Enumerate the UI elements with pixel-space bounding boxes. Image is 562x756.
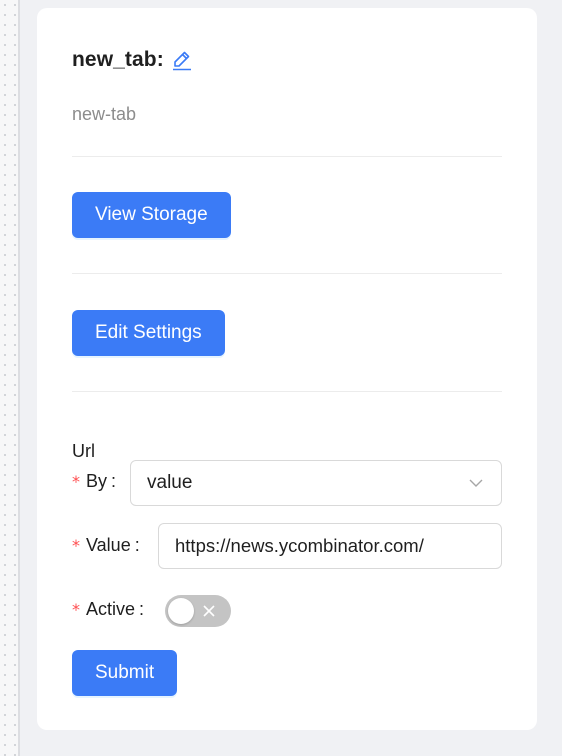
close-icon	[202, 604, 216, 618]
active-field-label: * Active :	[72, 599, 154, 620]
chevron-down-icon	[467, 474, 485, 492]
edit-settings-button[interactable]: Edit Settings	[72, 310, 225, 356]
colon: :	[134, 535, 140, 555]
value-field-label: * Value :	[72, 535, 150, 556]
divider	[72, 156, 502, 157]
by-select-value: value	[147, 472, 193, 493]
submit-button[interactable]: Submit	[72, 650, 178, 696]
url-section-label: Url	[72, 441, 95, 461]
active-label: Active	[86, 599, 136, 619]
view-storage-button[interactable]: View Storage	[72, 192, 231, 238]
required-mark: *	[72, 536, 80, 555]
node-settings-panel: new_tab: new-tab View Storage Edit Setti…	[37, 8, 537, 730]
by-select[interactable]: value	[130, 460, 502, 506]
divider	[72, 273, 502, 274]
node-subtitle: new-tab	[72, 104, 137, 124]
canvas-dot-grid	[0, 0, 20, 756]
by-label: By	[86, 471, 108, 491]
colon: :	[111, 471, 117, 491]
value-label: Value	[86, 535, 131, 555]
colon: :	[139, 599, 145, 619]
node-title-text: new_tab:	[72, 48, 164, 71]
by-field-label: * By :	[72, 471, 126, 492]
pencil-icon[interactable]	[171, 49, 193, 71]
divider	[72, 391, 502, 392]
required-mark: *	[72, 472, 80, 491]
required-mark: *	[72, 600, 80, 619]
value-input[interactable]	[158, 523, 502, 569]
active-toggle[interactable]	[165, 595, 231, 627]
node-title: new_tab:	[72, 48, 193, 72]
toggle-knob	[168, 598, 194, 624]
